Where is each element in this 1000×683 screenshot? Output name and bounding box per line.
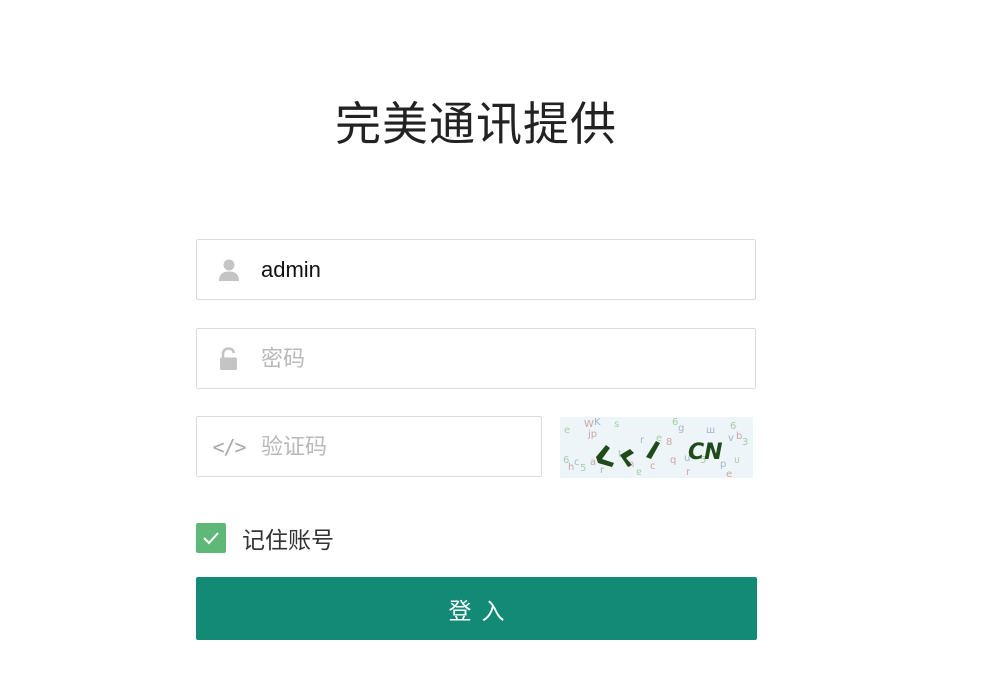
check-icon xyxy=(203,532,219,545)
username-field-wrapper xyxy=(196,239,756,300)
svg-text:ш: ш xyxy=(706,425,715,436)
svg-text:a: a xyxy=(590,457,596,468)
user-icon xyxy=(197,239,261,300)
captcha-input[interactable] xyxy=(261,426,521,467)
captcha-text: CN xyxy=(688,440,723,465)
svg-text:K: K xyxy=(594,417,601,428)
svg-text:3: 3 xyxy=(742,437,748,448)
login-button[interactable]: 登入 xyxy=(196,577,757,640)
svg-text:v: v xyxy=(728,433,734,444)
remember-label: 记住账号 xyxy=(242,528,334,554)
svg-text:r: r xyxy=(640,435,645,446)
svg-text:r: r xyxy=(600,465,605,476)
captcha-field-wrapper: </> xyxy=(196,416,542,477)
svg-text:r: r xyxy=(686,467,691,478)
svg-text:8: 8 xyxy=(666,437,672,448)
svg-text:q: q xyxy=(670,455,676,466)
svg-text:e: e xyxy=(726,469,732,478)
password-input[interactable] xyxy=(261,338,731,379)
remember-account-toggle[interactable]: 记住账号 xyxy=(196,521,334,555)
svg-text:c: c xyxy=(650,461,656,472)
svg-text:g: g xyxy=(678,423,684,434)
captcha-image[interactable]: e W K s jp 6 h c 5 a r t n r e 8 6 g q u xyxy=(560,417,753,480)
code-icon-glyph: </> xyxy=(212,434,246,459)
unlock-icon xyxy=(197,328,261,389)
svg-text:s: s xyxy=(614,419,619,430)
svg-text:jp: jp xyxy=(587,429,597,440)
login-page: 完美通讯提供 </> e W K xyxy=(0,0,1000,683)
svg-text:c: c xyxy=(574,457,580,468)
remember-checkbox[interactable] xyxy=(196,523,226,553)
captcha-noise: e W K s jp 6 h c 5 a r t n r e 8 6 g q u xyxy=(563,417,748,480)
svg-text:5: 5 xyxy=(580,463,586,474)
username-input[interactable] xyxy=(261,249,731,290)
page-title: 完美通讯提供 xyxy=(335,97,617,151)
password-field-wrapper xyxy=(196,328,756,389)
svg-text:ɐ: ɐ xyxy=(636,467,642,478)
code-icon: </> xyxy=(197,416,261,477)
svg-text:ᴜ: ᴜ xyxy=(734,455,740,466)
svg-text:e: e xyxy=(564,425,570,436)
